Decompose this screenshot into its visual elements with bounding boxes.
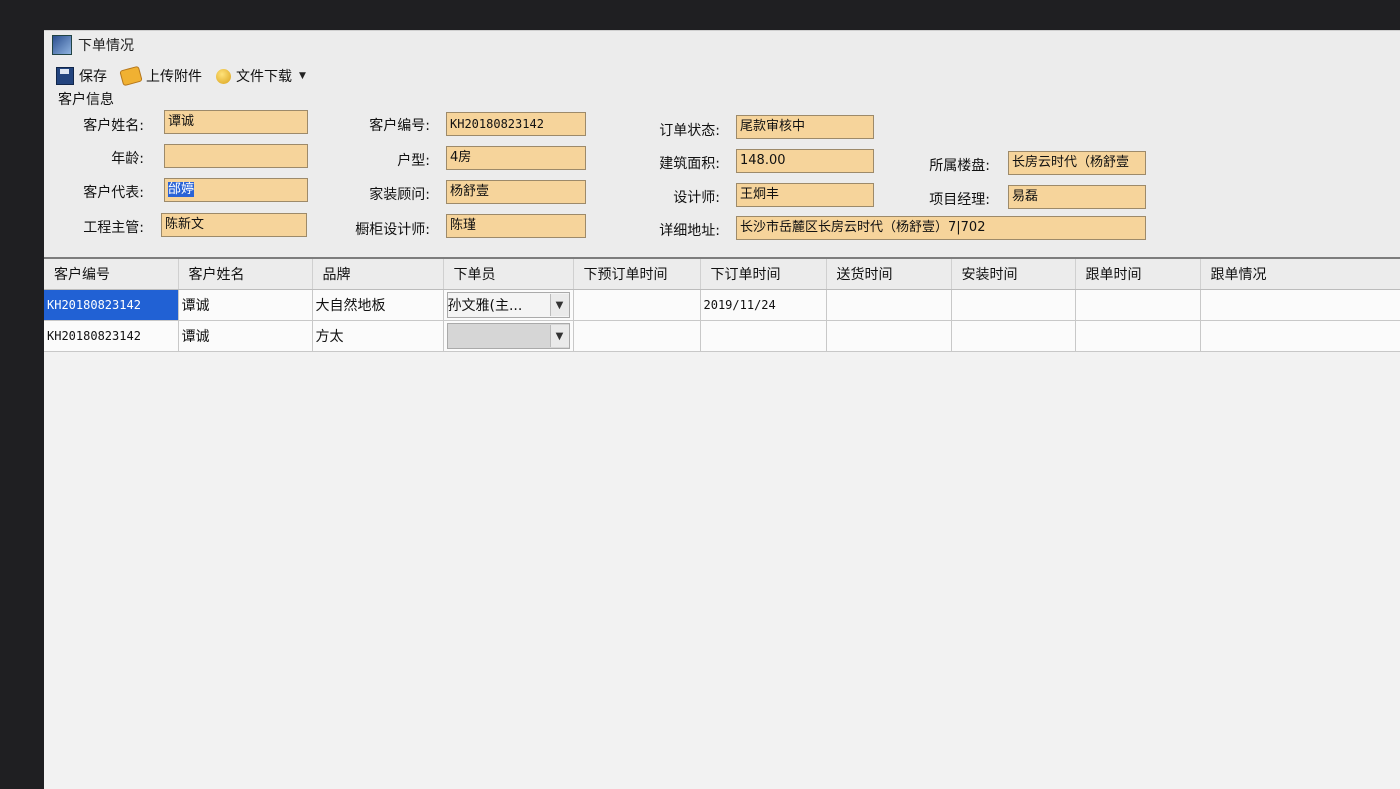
order-grid-area: 客户编号 客户姓名 品牌 下单员 下预订单时间 下订单时间 送货时间 安装时间 … <box>44 259 1400 789</box>
detailed-address-field[interactable]: 长沙市岳麓区长房云时代（杨舒壹）7|702 <box>736 216 1146 240</box>
chevron-down-icon[interactable]: ▼ <box>549 294 569 316</box>
customer-rep-field[interactable]: 邰婷 <box>164 178 308 202</box>
app-icon <box>52 35 72 55</box>
window-title: 下单情况 <box>78 38 134 54</box>
cell-order-time[interactable] <box>700 320 827 352</box>
project-manager-label: 项目经理: <box>929 192 990 208</box>
home-consultant-label: 家装顾问: <box>369 187 430 203</box>
upload-label: 上传附件 <box>146 69 202 85</box>
col-header-follow-time[interactable]: 跟单时间 <box>1075 259 1201 290</box>
upload-icon <box>119 65 143 87</box>
grid-header-row: 客户编号 客户姓名 品牌 下单员 下预订单时间 下订单时间 送货时间 安装时间 … <box>44 259 1400 290</box>
col-header-install-time[interactable]: 安装时间 <box>951 259 1076 290</box>
customer-name-field[interactable]: 谭诚 <box>164 110 308 134</box>
col-header-pre-order-time[interactable]: 下预订单时间 <box>573 259 701 290</box>
order-status-label: 订单状态: <box>659 123 720 139</box>
table-row[interactable]: KH20180823142 谭诚 方太 ▼ <box>44 320 1400 352</box>
cell-order-time[interactable]: 2019/11/24 <box>700 289 827 321</box>
customer-info-form: 客户姓名: 谭诚 年龄: 客户代表: 邰婷 工程主管: 陈新文 客户编号: KH… <box>44 107 1400 257</box>
download-label: 文件下载 <box>236 69 292 85</box>
download-icon <box>216 68 231 84</box>
engineering-supervisor-field[interactable]: 陈新文 <box>161 213 307 237</box>
col-header-customer-name[interactable]: 客户姓名 <box>178 259 313 290</box>
cell-customer-name[interactable]: 谭诚 <box>178 320 313 352</box>
col-header-customer-id[interactable]: 客户编号 <box>44 259 179 290</box>
building-area-label: 建筑面积: <box>659 156 720 172</box>
property-field[interactable]: 长房云时代（杨舒壹 <box>1008 151 1146 175</box>
cell-delivery-time[interactable] <box>826 320 952 352</box>
cell-pre-order-time[interactable] <box>573 320 701 352</box>
customer-name-label: 客户姓名: <box>83 118 144 134</box>
save-button[interactable]: 保存 <box>56 66 107 86</box>
chevron-down-icon[interactable]: ▼ <box>299 71 306 81</box>
cell-orderer[interactable]: 孙文雅(主... ▼ <box>443 289 574 321</box>
orderer-dropdown[interactable]: ▼ <box>446 323 570 349</box>
save-icon <box>56 67 74 85</box>
building-area-field[interactable]: 148.00 <box>736 149 874 173</box>
cabinet-designer-label: 橱柜设计师: <box>355 222 430 238</box>
cell-customer-id[interactable]: KH20180823142 <box>44 320 179 352</box>
house-type-field[interactable]: 4房 <box>446 146 586 170</box>
designer-field[interactable]: 王炯丰 <box>736 183 874 207</box>
home-consultant-field[interactable]: 杨舒壹 <box>446 180 586 204</box>
cell-delivery-time[interactable] <box>826 289 952 321</box>
toolbar: 保存 上传附件 文件下载 ▼ <box>56 65 306 87</box>
order-status-field[interactable]: 尾款审核中 <box>736 115 874 139</box>
upload-attachment-button[interactable]: 上传附件 <box>119 65 202 87</box>
chevron-down-icon[interactable]: ▼ <box>549 325 569 347</box>
age-label: 年龄: <box>111 151 144 167</box>
cell-follow-status[interactable] <box>1200 289 1400 321</box>
cell-customer-name[interactable]: 谭诚 <box>178 289 313 321</box>
designer-label: 设计师: <box>673 190 720 206</box>
cell-follow-time[interactable] <box>1075 320 1201 352</box>
orderer-value: 孙文雅(主... <box>447 298 523 314</box>
order-window: 下单情况 保存 上传附件 文件下载 ▼ 客户信息 客户姓名: 谭诚 年龄: 客户… <box>44 30 1400 789</box>
title-bar: 下单情况 <box>44 31 1400 59</box>
customer-rep-value: 邰婷 <box>168 182 195 197</box>
col-header-order-time[interactable]: 下订单时间 <box>700 259 827 290</box>
col-header-delivery-time[interactable]: 送货时间 <box>826 259 952 290</box>
col-header-brand[interactable]: 品牌 <box>312 259 444 290</box>
house-type-label: 户型: <box>397 153 430 169</box>
file-download-button[interactable]: 文件下载 ▼ <box>216 66 306 86</box>
cell-customer-id[interactable]: KH20180823142 <box>44 289 179 321</box>
order-grid: 客户编号 客户姓名 品牌 下单员 下预订单时间 下订单时间 送货时间 安装时间 … <box>44 259 1400 352</box>
project-manager-field[interactable]: 易磊 <box>1008 185 1146 209</box>
cell-follow-time[interactable] <box>1075 289 1201 321</box>
save-label: 保存 <box>79 69 107 85</box>
cell-orderer[interactable]: ▼ <box>443 320 574 352</box>
customer-id-field[interactable]: KH20180823142 <box>446 112 586 136</box>
cell-install-time[interactable] <box>951 289 1076 321</box>
age-field[interactable] <box>164 144 308 168</box>
col-header-orderer[interactable]: 下单员 <box>443 259 574 290</box>
cabinet-designer-field[interactable]: 陈瑾 <box>446 214 586 238</box>
orderer-dropdown[interactable]: 孙文雅(主... ▼ <box>446 292 570 318</box>
cell-brand[interactable]: 方太 <box>312 320 444 352</box>
cell-pre-order-time[interactable] <box>573 289 701 321</box>
customer-info-group-title: 客户信息 <box>58 92 114 108</box>
table-row[interactable]: KH20180823142 谭诚 大自然地板 孙文雅(主... ▼ 2019/1… <box>44 289 1400 321</box>
cell-install-time[interactable] <box>951 320 1076 352</box>
customer-rep-label: 客户代表: <box>83 185 144 201</box>
customer-id-label: 客户编号: <box>369 118 430 134</box>
col-header-follow-status[interactable]: 跟单情况 <box>1200 259 1400 290</box>
engineering-supervisor-label: 工程主管: <box>83 220 144 236</box>
cell-follow-status[interactable] <box>1200 320 1400 352</box>
property-label: 所属楼盘: <box>929 158 990 174</box>
detailed-address-label: 详细地址: <box>659 223 720 239</box>
cell-brand[interactable]: 大自然地板 <box>312 289 444 321</box>
